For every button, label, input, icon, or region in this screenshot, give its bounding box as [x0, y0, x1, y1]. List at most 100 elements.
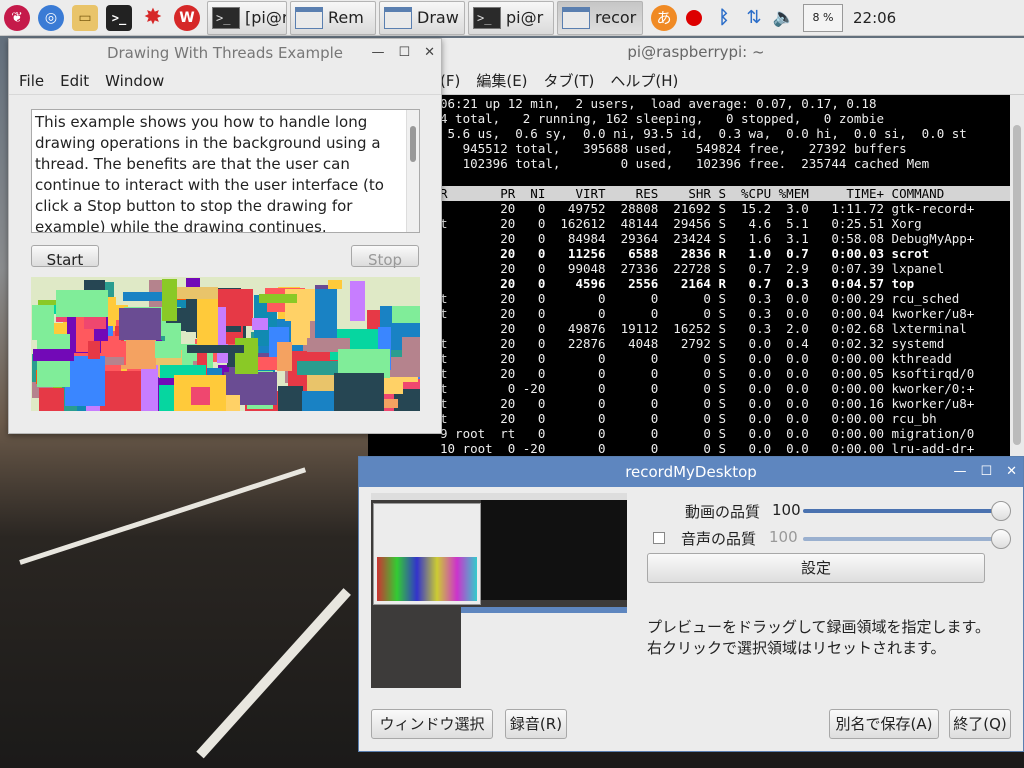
menu-item[interactable]: File [19, 72, 44, 90]
drawn-rectangle [190, 387, 211, 406]
terminal-icon: >_ [212, 6, 240, 29]
process-row: 20 0 49752 28808 21692 S 15.2 3.0 1:11.7… [440, 201, 975, 216]
taskbar-task[interactable]: Rem [290, 0, 376, 35]
drawing-window: Drawing With Threads Example — ☐ ✕ File E… [8, 38, 442, 434]
terminal-menubar: (F) 編集(E) タブ(T) ヘルプ(H) [368, 67, 1024, 95]
record-indicator-icon[interactable] [679, 1, 709, 35]
drawn-rectangle [401, 336, 420, 358]
description-text[interactable]: This example shows you how to handle lon… [31, 109, 420, 233]
drawn-rectangle [64, 355, 105, 406]
terminal-output[interactable]: 06:21 up 12 min, 2 users, load average: … [368, 95, 1024, 456]
info-text: プレビューをドラッグして録画領域を指定します。 右クリックで選択領域はリセットさ… [647, 617, 990, 659]
terminal-icon[interactable]: >_ [102, 1, 136, 35]
terminal-summary-line: 06:21 up 12 min, 2 users, load average: … [440, 96, 877, 111]
window-icon [295, 6, 323, 29]
terminal-menu-item[interactable]: ヘルプ(H) [610, 72, 678, 90]
record-button[interactable]: 録音(R) [505, 709, 567, 739]
process-row: t 20 0 0 0 0 S 0.3 0.0 0:00.04 kworker/u… [440, 306, 975, 321]
terminal-menu-item[interactable]: 編集(E) [476, 72, 527, 90]
process-row: 20 0 99048 27336 22728 S 0.7 2.9 0:07.39… [440, 261, 945, 276]
drawn-rectangle [327, 280, 343, 289]
process-row: 9 root rt 0 0 0 0 S 0.0 0.0 0:00.00 migr… [440, 426, 975, 441]
info-line-2: 右クリックで選択領域はリセットされます。 [647, 639, 946, 657]
save-as-button[interactable]: 別名で保存(A) [829, 709, 939, 739]
terminal-menu-item[interactable]: (F) [440, 72, 460, 90]
drawn-rectangle [187, 344, 244, 354]
info-line-1: プレビューをドラッグして録画領域を指定します。 [647, 618, 991, 636]
settings-button[interactable]: 設定 [647, 553, 985, 583]
process-row: t 20 0 0 0 0 S 0.0 0.0 0:00.16 kworker/u… [440, 396, 975, 411]
quit-button[interactable]: 終了(Q) [949, 709, 1011, 739]
drawn-rectangle [32, 349, 74, 361]
taskbar-task-label: pi@r [506, 8, 544, 27]
taskbar-task[interactable]: >_ pi@r [468, 0, 554, 35]
desktop-preview[interactable] [371, 493, 627, 688]
terminal-scrollbar[interactable] [1010, 95, 1024, 458]
drawn-rectangle [350, 280, 365, 322]
video-quality-knob[interactable] [991, 501, 1011, 521]
start-button[interactable]: Start [31, 245, 99, 269]
select-window-button[interactable]: ウィンドウ選択 [371, 709, 493, 739]
taskbar-task[interactable]: recor [557, 0, 643, 35]
web-browser-icon[interactable]: ◎ [34, 1, 68, 35]
drawn-rectangle [333, 372, 385, 411]
terminal-summary-line: 102396 total, 0 used, 102396 free. 23574… [440, 156, 930, 171]
drawn-rectangle [196, 299, 219, 351]
stop-button[interactable]: Stop [351, 245, 419, 269]
close-icon[interactable]: ✕ [1006, 457, 1017, 487]
minimize-icon[interactable]: — [371, 39, 384, 67]
maximize-icon[interactable]: ☐ [398, 39, 410, 67]
minimize-icon[interactable]: — [953, 457, 966, 487]
wolfram-icon[interactable]: W [170, 1, 204, 35]
ime-icon[interactable]: あ [649, 1, 679, 35]
terminal-icon: >_ [473, 6, 501, 29]
drawn-rectangle [39, 387, 64, 411]
audio-quality-value: 100 [769, 528, 798, 546]
taskbar-task[interactable]: Draw [379, 0, 465, 35]
window-icon [384, 6, 412, 29]
process-row: 10 root 0 -20 0 0 0 S 0.0 0.0 0:00.00 lr… [440, 441, 975, 456]
raspberry-menu-icon[interactable]: ❦ [0, 1, 34, 35]
drawing-window-title: Drawing With Threads Example [106, 44, 344, 62]
audio-quality-knob[interactable] [991, 529, 1011, 549]
taskbar-task-label: [pi@r [245, 8, 287, 27]
taskbar-task-label: Draw [417, 8, 459, 27]
drawn-rectangle [36, 334, 71, 387]
drawn-rectangle [155, 341, 181, 358]
drawing-canvas [31, 277, 420, 411]
bluetooth-icon[interactable]: ᛒ [709, 1, 739, 35]
taskbar-task-label: Rem [328, 8, 364, 27]
video-quality-slider[interactable] [803, 509, 999, 513]
file-manager-icon[interactable]: ▭ [68, 1, 102, 35]
drawn-rectangle [88, 340, 100, 359]
taskbar-task[interactable]: >_ [pi@r [207, 0, 287, 35]
terminal-window: pi@raspberrypi: ~ (F) 編集(E) タブ(T) ヘルプ(H) 06… [368, 38, 1024, 458]
drawing-menubar: File Edit Window [9, 67, 441, 95]
drawn-rectangle [392, 306, 420, 323]
process-row: t 0 -20 0 0 0 S 0.0 0.0 0:00.00 kworker/… [440, 381, 975, 396]
menu-item[interactable]: Window [105, 72, 164, 90]
network-updown-icon[interactable]: ⇅ [739, 1, 769, 35]
process-row: 20 0 84984 29364 23424 S 1.6 3.1 0:58.08… [440, 231, 975, 246]
drawn-rectangle [118, 307, 161, 341]
terminal-summary-line: 4 total, 2 running, 162 sleeping, 0 stop… [440, 111, 885, 126]
drawn-rectangle [123, 292, 167, 301]
record-window-title: recordMyDesktop [625, 463, 757, 481]
process-row: t 20 0 0 0 0 S 0.0 0.0 0:00.05 ksoftirqd… [440, 366, 975, 381]
description-scrollbar[interactable] [406, 110, 419, 232]
desktop-wallpaper [0, 420, 380, 768]
process-row: t 20 0 0 0 0 S 0.0 0.0 0:00.00 rcu_bh [440, 411, 937, 426]
audio-quality-slider[interactable] [803, 537, 999, 541]
close-icon[interactable]: ✕ [424, 39, 435, 67]
drawn-rectangle [225, 306, 253, 319]
audio-quality-checkbox[interactable] [653, 532, 665, 544]
maximize-icon[interactable]: ☐ [980, 457, 992, 487]
video-quality-value: 100 [772, 501, 801, 519]
drawn-rectangle [252, 317, 269, 331]
menu-item[interactable]: Edit [60, 72, 89, 90]
terminal-table-header: R PR NI VIRT RES SHR S %CPU %MEM TIME+ C… [440, 186, 1024, 201]
math-icon[interactable]: ✸ [136, 1, 170, 35]
terminal-menu-item[interactable]: タブ(T) [544, 72, 595, 90]
drawn-rectangle [277, 386, 304, 411]
volume-icon[interactable]: 🔈 [769, 1, 799, 35]
